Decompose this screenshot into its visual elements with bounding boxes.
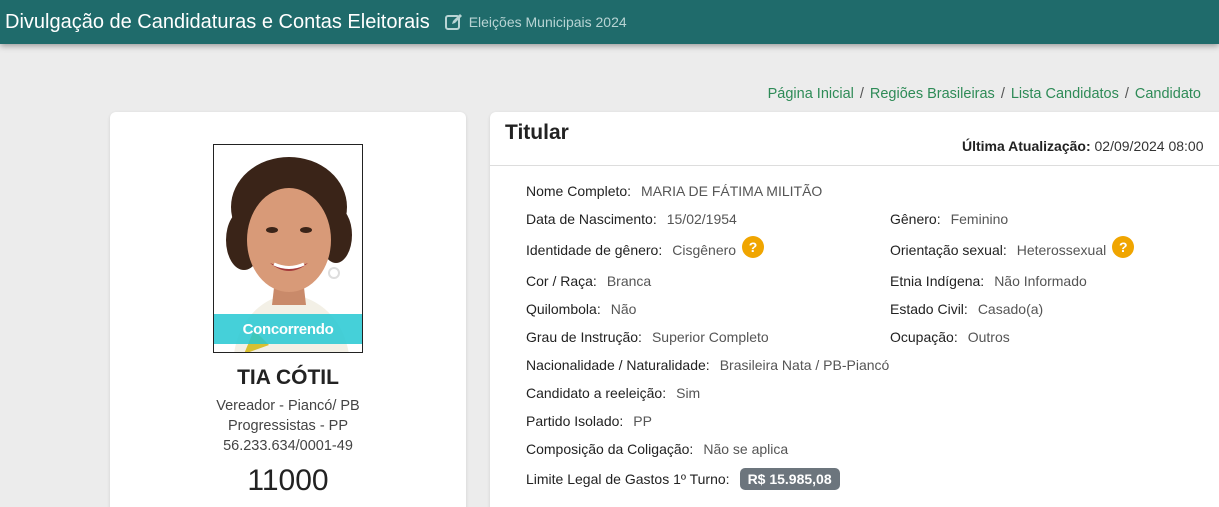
spending-limit-badge: R$ 15.985,08 (739, 468, 840, 490)
field-label: Etnia Indígena: (890, 273, 985, 289)
top-bar: Divulgação de Candidaturas e Contas Elei… (0, 0, 1219, 44)
field-label: Partido Isolado: (526, 413, 624, 429)
breadcrumb-current: Candidato (1134, 86, 1201, 102)
field-label: Limite Legal de Gastos 1º Turno: (526, 471, 730, 487)
last-updated: Última Atualização: 02/09/2024 08:00 (962, 138, 1204, 154)
candidate-name: TIA CÓTIL (237, 366, 339, 389)
details-title: Titular (505, 121, 569, 144)
field-value: Outros (967, 329, 1010, 345)
field-value: 15/02/1954 (666, 211, 737, 227)
edit-icon[interactable] (444, 11, 466, 33)
field-quilombola: Quilombola: Não (526, 301, 636, 317)
details-header: Titular Última Atualização: 02/09/2024 0… (490, 112, 1219, 166)
field-value: Brasileira Nata / PB-Piancó (719, 357, 890, 373)
candidate-cnpj: 56.233.634/0001-49 (223, 438, 353, 454)
breadcrumb-home[interactable]: Página Inicial (768, 86, 854, 102)
breadcrumb-separator: / (1000, 86, 1005, 102)
field-genero: Gênero: Feminino (890, 211, 1008, 227)
candidate-number: 11000 (247, 464, 329, 497)
last-updated-label: Última Atualização: (962, 138, 1091, 154)
candidate-party: Progressistas - PP (227, 418, 349, 434)
field-value: Branca (606, 273, 652, 289)
last-updated-value: 02/09/2024 08:00 (1094, 138, 1204, 154)
field-label: Composição da Coligação: (526, 441, 694, 457)
field-data-nascimento: Data de Nascimento: 15/02/1954 (526, 211, 737, 227)
field-value: PP (633, 413, 652, 429)
field-label: Nacionalidade / Naturalidade: (526, 357, 710, 373)
candidate-photo: Concorrendo (213, 144, 363, 353)
field-orientacao-sexual: Orientação sexual: Heterossexual ? (890, 236, 1135, 258)
breadcrumb-regions[interactable]: Regiões Brasileiras (870, 86, 995, 102)
candidate-office: Vereador - Piancó/ PB (216, 398, 360, 414)
field-value: Não Informado (994, 273, 1087, 289)
field-coligacao: Composição da Coligação: Não se aplica (526, 441, 788, 457)
help-icon[interactable]: ? (1112, 236, 1135, 258)
field-ocupacao: Ocupação: Outros (890, 329, 1010, 345)
field-value: Casado(a) (977, 301, 1044, 317)
field-grau-instrucao: Grau de Instrução: Superior Completo (526, 329, 769, 345)
field-value: Cisgênero (672, 242, 737, 258)
details-card: Titular Última Atualização: 02/09/2024 0… (490, 112, 1219, 507)
candidate-card: Concorrendo TIA CÓTIL Vereador - Piancó/… (110, 112, 466, 507)
field-label: Gênero: (890, 211, 941, 227)
field-label: Data de Nascimento: (526, 211, 657, 227)
field-nacionalidade: Nacionalidade / Naturalidade: Brasileira… (526, 357, 889, 373)
field-label: Quilombola: (526, 301, 601, 317)
field-limite-gastos: Limite Legal de Gastos 1º Turno: R$ 15.9… (526, 468, 840, 490)
breadcrumb: Página Inicial / Regiões Brasileiras / Lista… (768, 86, 1201, 102)
field-cor-raca: Cor / Raça: Branca (526, 273, 651, 289)
election-subtitle[interactable]: Eleições Municipais 2024 (469, 14, 627, 30)
field-etnia-indigena: Etnia Indígena: Não Informado (890, 273, 1087, 289)
field-label: Ocupação: (890, 329, 958, 345)
field-label: Orientação sexual: (890, 242, 1007, 258)
field-partido-isolado: Partido Isolado: PP (526, 413, 652, 429)
field-label: Cor / Raça: (526, 273, 597, 289)
field-label: Grau de Instrução: (526, 329, 642, 345)
field-nome-completo: Nome Completo: MARIA DE FÁTIMA MILITÃO (526, 183, 822, 199)
breadcrumb-candidate-list[interactable]: Lista Candidatos (1011, 86, 1119, 102)
field-value: Superior Completo (651, 329, 769, 345)
help-icon[interactable]: ? (742, 236, 765, 258)
field-reeleicao: Candidato a reeleição: Sim (526, 385, 700, 401)
app-title[interactable]: Divulgação de Candidaturas e Contas Elei… (5, 11, 430, 34)
field-estado-civil: Estado Civil: Casado(a) (890, 301, 1043, 317)
breadcrumb-separator: / (1124, 86, 1129, 102)
field-identidade-genero: Identidade de gênero: Cisgênero ? (526, 236, 765, 258)
field-label: Identidade de gênero: (526, 242, 663, 258)
field-value: Não se aplica (703, 441, 789, 457)
field-value: Sim (676, 385, 701, 401)
field-value: Heterossexual (1016, 242, 1107, 258)
field-value: Não (610, 301, 637, 317)
field-label: Candidato a reeleição: (526, 385, 667, 401)
field-label: Nome Completo: (526, 183, 632, 199)
field-value: MARIA DE FÁTIMA MILITÃO (641, 183, 823, 199)
status-badge: Concorrendo (214, 314, 362, 344)
field-label: Estado Civil: (890, 301, 968, 317)
breadcrumb-separator: / (859, 86, 864, 102)
field-value: Feminino (950, 211, 1009, 227)
